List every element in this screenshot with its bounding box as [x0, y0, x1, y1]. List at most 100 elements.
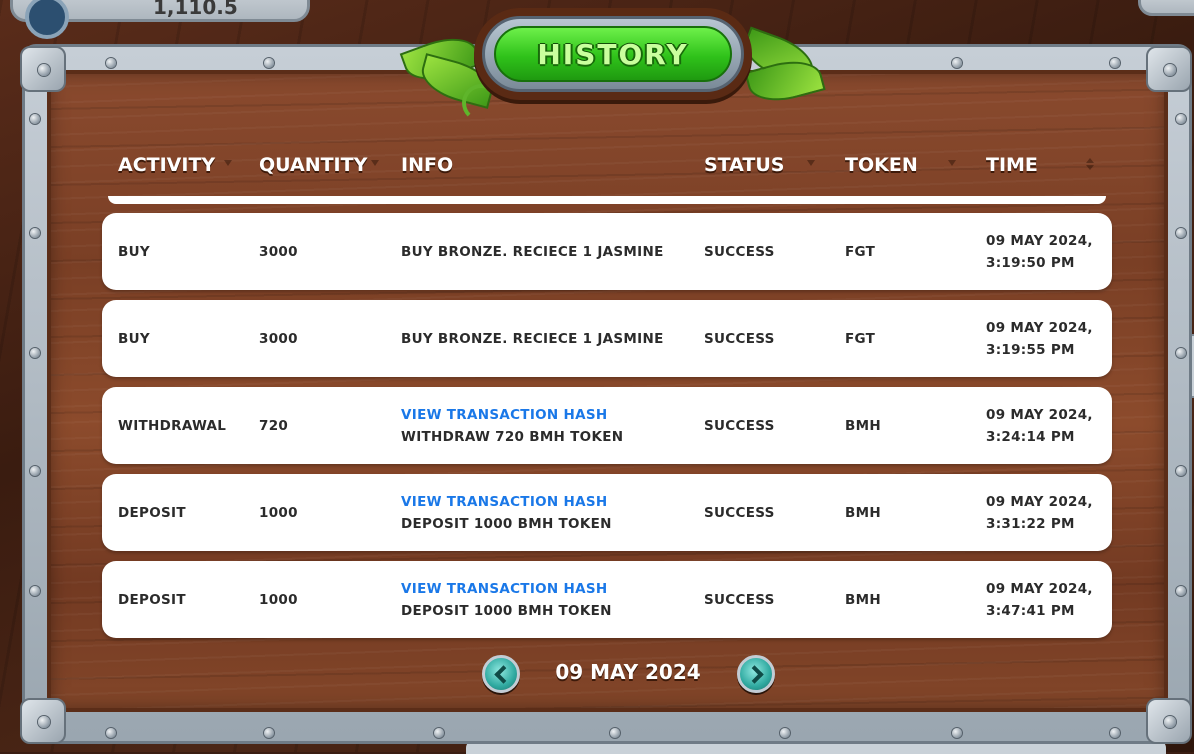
rivet	[106, 58, 116, 68]
token-cell: FGT	[845, 243, 876, 260]
rivet	[30, 228, 40, 238]
rivet	[264, 728, 274, 738]
time-cell: 09 MAY 2024, 3:47:41 PM	[986, 561, 1106, 638]
sort-icon[interactable]	[224, 160, 232, 166]
time-text: 3:19:50 PM	[986, 254, 1075, 271]
activity-cell: WITHDRAWAL	[118, 417, 227, 434]
prev-page-button[interactable]	[482, 655, 520, 693]
table-row: WITHDRAWAL 720 VIEW TRANSACTION HASH WIT…	[102, 387, 1112, 464]
time-cell: 09 MAY 2024, 3:19:50 PM	[986, 213, 1106, 290]
status-cell: SUCCESS	[704, 330, 775, 347]
column-header-info[interactable]: INFO	[401, 154, 453, 176]
time-cell: 09 MAY 2024, 3:19:55 PM	[986, 300, 1106, 377]
time-text: 3:19:55 PM	[986, 341, 1075, 358]
info-cell: VIEW TRANSACTION HASH DEPOSIT 1000 BMH T…	[401, 474, 696, 551]
table-row: DEPOSIT 1000 VIEW TRANSACTION HASH DEPOS…	[102, 561, 1112, 638]
rivet	[952, 58, 962, 68]
corner-plate	[20, 46, 66, 92]
status-cell: SUCCESS	[704, 591, 775, 608]
sort-icon[interactable]	[1086, 156, 1094, 172]
rivet	[952, 728, 962, 738]
info-cell: BUY BRONZE. RECIECE 1 JASMINE	[401, 213, 696, 290]
info-text: BUY BRONZE. RECIECE 1 JASMINE	[401, 330, 664, 347]
view-transaction-hash-link[interactable]: VIEW TRANSACTION HASH	[401, 491, 696, 513]
column-header-time[interactable]: TIME	[986, 154, 1038, 176]
sort-icon[interactable]	[807, 160, 815, 166]
corner-plate	[1146, 46, 1192, 92]
time-cell: 09 MAY 2024, 3:31:22 PM	[986, 474, 1106, 551]
activity-cell: BUY	[118, 330, 150, 347]
sort-icon[interactable]	[371, 160, 379, 166]
table-row: BUY 3000 BUY BRONZE. RECIECE 1 JASMINE S…	[102, 213, 1112, 290]
info-cell: VIEW TRANSACTION HASH WITHDRAW 720 BMH T…	[401, 387, 696, 464]
activity-cell: DEPOSIT	[118, 504, 186, 521]
token-cell: BMH	[845, 591, 881, 608]
top-right-widget[interactable]	[1138, 0, 1194, 16]
info-text: BUY BRONZE. RECIECE 1 JASMINE	[401, 243, 664, 260]
rivet	[1176, 114, 1186, 124]
chevron-right-icon	[744, 664, 764, 684]
quantity-cell: 1000	[259, 591, 298, 608]
chevron-left-icon	[493, 664, 513, 684]
rivet	[30, 348, 40, 358]
activity-cell: BUY	[118, 243, 150, 260]
rivet	[30, 586, 40, 596]
time-cell: 09 MAY 2024, 3:24:14 PM	[986, 387, 1106, 464]
quantity-cell: 720	[259, 417, 289, 434]
date-text: 09 MAY 2024,	[986, 493, 1093, 510]
token-cell: BMH	[845, 417, 881, 434]
date-text: 09 MAY 2024,	[986, 232, 1093, 249]
header-divider	[108, 196, 1106, 204]
date-text: 09 MAY 2024,	[986, 406, 1093, 423]
token-cell: BMH	[845, 504, 881, 521]
info-text: DEPOSIT 1000 BMH TOKEN	[401, 602, 612, 619]
quantity-cell: 3000	[259, 330, 298, 347]
page-title: HISTORY	[537, 37, 689, 71]
rivet	[1176, 466, 1186, 476]
rivet	[434, 728, 444, 738]
corner-plate	[1146, 698, 1192, 744]
info-text: WITHDRAW 720 BMH TOKEN	[401, 428, 624, 445]
activity-cell: DEPOSIT	[118, 591, 186, 608]
rivet	[1110, 728, 1120, 738]
quantity-cell: 1000	[259, 504, 298, 521]
time-text: 3:24:14 PM	[986, 428, 1075, 445]
status-cell: SUCCESS	[704, 504, 775, 521]
column-header-quantity[interactable]: QUANTITY	[259, 154, 367, 176]
rivet	[1176, 228, 1186, 238]
rivet	[1110, 58, 1120, 68]
info-text: DEPOSIT 1000 BMH TOKEN	[401, 515, 612, 532]
currency-widget: 1,110.5	[10, 0, 310, 39]
date-text: 09 MAY 2024,	[986, 319, 1093, 336]
sort-icon[interactable]	[948, 160, 956, 166]
column-header-token[interactable]: TOKEN	[845, 154, 918, 176]
table-header: ACTIVITY QUANTITY INFO STATUS TOKEN TIME	[102, 150, 1112, 200]
token-cell: FGT	[845, 330, 876, 347]
column-header-activity[interactable]: ACTIVITY	[118, 154, 215, 176]
time-text: 3:47:41 PM	[986, 602, 1075, 619]
status-cell: SUCCESS	[704, 243, 775, 260]
rivet	[264, 58, 274, 68]
rivet	[1176, 586, 1186, 596]
title-banner: HISTORY	[494, 26, 732, 82]
info-cell: VIEW TRANSACTION HASH DEPOSIT 1000 BMH T…	[401, 561, 696, 638]
view-transaction-hash-link[interactable]: VIEW TRANSACTION HASH	[401, 404, 696, 426]
table-row: BUY 3000 BUY BRONZE. RECIECE 1 JASMINE S…	[102, 300, 1112, 377]
corner-plate	[20, 698, 66, 744]
table-row: DEPOSIT 1000 VIEW TRANSACTION HASH DEPOS…	[102, 474, 1112, 551]
rivet	[610, 728, 620, 738]
rivet	[30, 466, 40, 476]
date-text: 09 MAY 2024,	[986, 580, 1093, 597]
rivet	[30, 114, 40, 124]
rivet	[1176, 348, 1186, 358]
status-cell: SUCCESS	[704, 417, 775, 434]
view-transaction-hash-link[interactable]: VIEW TRANSACTION HASH	[401, 578, 696, 600]
info-cell: BUY BRONZE. RECIECE 1 JASMINE	[401, 300, 696, 377]
column-header-status[interactable]: STATUS	[704, 154, 784, 176]
rivet	[106, 728, 116, 738]
next-page-button[interactable]	[737, 655, 775, 693]
rivet	[780, 728, 790, 738]
quantity-cell: 3000	[259, 243, 298, 260]
balance-value: 1,110.5	[153, 0, 238, 19]
current-page-date: 09 MAY 2024	[555, 660, 701, 684]
